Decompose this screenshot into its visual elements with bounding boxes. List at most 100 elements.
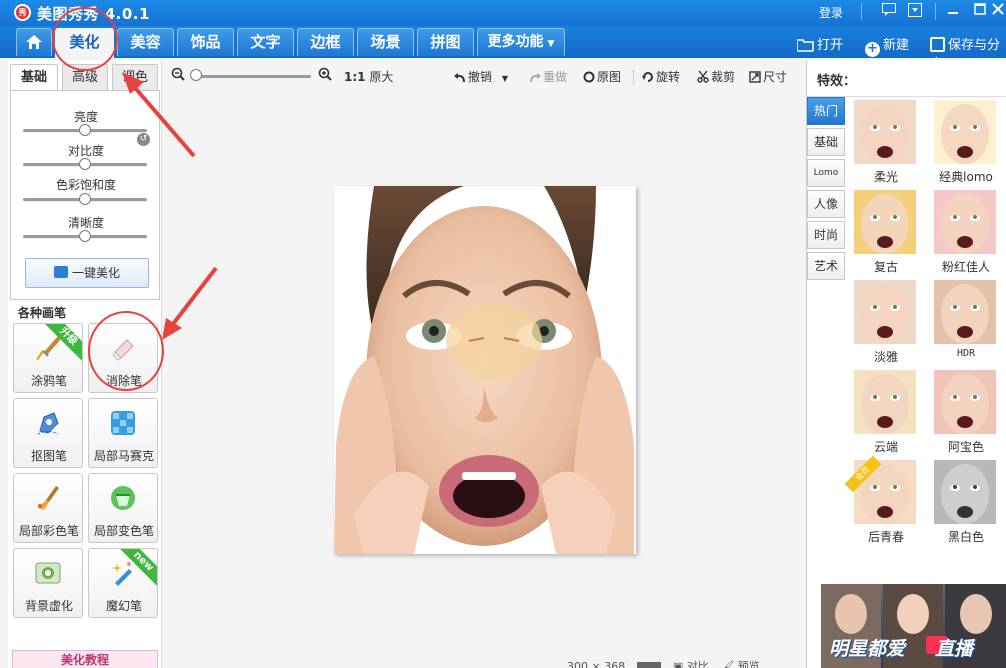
effect-label: 黑白色 bbox=[947, 530, 984, 544]
rotate-button[interactable]: 旋转 bbox=[642, 68, 680, 85]
chevron-down-icon: ▼ bbox=[547, 39, 555, 49]
open-button[interactable]: 打开 bbox=[797, 34, 843, 53]
new-button[interactable]: + 新建 bbox=[865, 34, 909, 57]
subtab-basic[interactable]: 基础 bbox=[10, 64, 58, 91]
effect-label: 淡雅 bbox=[873, 350, 898, 364]
tab-home[interactable] bbox=[16, 28, 52, 56]
tab-frame[interactable]: 边框 bbox=[297, 28, 354, 56]
effect-item[interactable]: 阿宝色 bbox=[931, 370, 1001, 454]
tab-text[interactable]: 文字 bbox=[237, 28, 294, 56]
brush-label: 魔幻笔 bbox=[105, 599, 142, 613]
magic-brush-button[interactable]: 魔幻笔 new bbox=[88, 548, 158, 618]
face-photo-image bbox=[334, 186, 636, 554]
effect-thumbnail bbox=[934, 280, 996, 344]
effect-label: 后青春 bbox=[867, 530, 904, 544]
original-size-label: 原大 bbox=[369, 70, 394, 84]
brush-label: 背景虚化 bbox=[24, 599, 73, 613]
undo-icon bbox=[454, 73, 465, 83]
annotation-circle-beautify bbox=[52, 7, 118, 71]
original-size-button[interactable]: 1:1 原大 bbox=[344, 68, 393, 85]
effect-item[interactable]: 经典lomo bbox=[931, 100, 1001, 184]
effect-thumbnail bbox=[854, 190, 916, 254]
brush-label: 抠图笔 bbox=[30, 449, 67, 463]
brush-label: 局部彩色笔 bbox=[18, 524, 79, 538]
category-basic[interactable]: 基础 bbox=[807, 128, 845, 156]
maximize-icon[interactable] bbox=[971, 3, 989, 21]
effect-thumbnail bbox=[934, 100, 996, 164]
effect-thumbnail bbox=[934, 370, 996, 434]
edited-photo[interactable] bbox=[334, 186, 636, 554]
app-logo: 秀 bbox=[14, 4, 31, 21]
effect-label: 粉红佳人 bbox=[941, 260, 990, 274]
one-key-beautify-button[interactable]: 一键美化 bbox=[25, 258, 149, 288]
effect-item[interactable]: 复古 bbox=[851, 190, 921, 274]
mosaic-brush-button[interactable]: 局部马赛克 bbox=[88, 398, 158, 468]
category-lomo[interactable]: Lomo bbox=[807, 159, 845, 187]
category-portrait[interactable]: 人像 bbox=[807, 190, 845, 218]
ad-text: 明星都爱 直播 bbox=[829, 634, 973, 661]
tab-beauty[interactable]: 美容 bbox=[117, 28, 174, 56]
chevron-down-icon[interactable]: ▼ bbox=[502, 74, 508, 83]
redo-button[interactable]: 重做 bbox=[529, 68, 567, 85]
ad-headline: 明星都爱 bbox=[829, 638, 906, 660]
tab-scene[interactable]: 场景 bbox=[357, 28, 414, 56]
message-icon[interactable] bbox=[880, 3, 898, 21]
crop-label: 裁剪 bbox=[711, 70, 736, 84]
category-fashion[interactable]: 时尚 bbox=[807, 221, 845, 249]
canvas-toolbar: 1:1 原大 撤销 ▼ 重做 原图 旋转 裁剪 尺寸 bbox=[163, 60, 803, 90]
effect-thumbnail bbox=[854, 100, 916, 164]
crop-button[interactable]: 裁剪 bbox=[697, 68, 735, 85]
title-bar: 秀 美图秀秀 4.0.1 登录 bbox=[0, 0, 1006, 26]
effect-item[interactable]: 云端 bbox=[851, 370, 921, 454]
effect-label: 经典lomo bbox=[939, 170, 993, 184]
tab-collage[interactable]: 拼图 bbox=[417, 28, 474, 56]
beautify-tutorial-button[interactable]: 美化教程 bbox=[12, 650, 158, 668]
brightness-slider-thumb[interactable] bbox=[79, 124, 91, 136]
magic-wand-icon bbox=[112, 562, 132, 586]
effect-item[interactable]: 粉红佳人 bbox=[931, 190, 1001, 274]
sharpness-label: 清晰度 bbox=[67, 216, 104, 230]
cutout-brush-button[interactable]: 抠图笔 bbox=[13, 398, 83, 468]
live-stream-ad-banner[interactable]: 明星都爱 直播 bbox=[821, 584, 1006, 668]
minimize-icon[interactable] bbox=[944, 3, 962, 21]
sharpness-slider-thumb[interactable] bbox=[79, 230, 91, 242]
effect-label: HDR bbox=[956, 348, 976, 359]
resize-button[interactable]: 尺寸 bbox=[749, 68, 787, 85]
brush-label: 局部马赛克 bbox=[93, 449, 154, 463]
contrast-slider-thumb[interactable] bbox=[79, 158, 91, 170]
status-bar: 300 × 368 ▣ 对比 🖌 预览 bbox=[567, 658, 760, 668]
partial-recolor-brush-button[interactable]: 局部变色笔 bbox=[88, 473, 158, 543]
effect-item[interactable]: 淡雅 bbox=[851, 280, 921, 364]
preview-button[interactable]: 🖌 预览 bbox=[720, 660, 759, 668]
effect-item[interactable]: 后青春 会员 bbox=[844, 455, 921, 544]
main-tab-bar: 美化 美容 饰品 文字 边框 场景 拼图 更多功能▼ 打开 +新建 保存与分享 bbox=[0, 26, 1006, 72]
category-art[interactable]: 艺术 bbox=[807, 252, 845, 280]
undo-button[interactable]: 撤销 ▼ bbox=[454, 68, 508, 85]
paintbrush-icon bbox=[36, 336, 61, 361]
original-image-button[interactable]: 原图 bbox=[583, 68, 621, 85]
saturation-slider-thumb[interactable] bbox=[79, 193, 91, 205]
close-icon[interactable] bbox=[991, 3, 1005, 21]
tab-more-features[interactable]: 更多功能 ▼ bbox=[477, 28, 565, 56]
effect-label: 阿宝色 bbox=[947, 440, 984, 454]
resize-icon bbox=[749, 71, 761, 83]
brushes-section-title: 各种画笔 bbox=[18, 306, 67, 320]
effect-item[interactable]: HDR bbox=[931, 280, 1001, 364]
compare-button[interactable]: ▣ 对比 bbox=[673, 660, 709, 668]
zoom-in-icon[interactable] bbox=[318, 67, 332, 84]
effects-title: 特效： bbox=[817, 74, 857, 89]
login-link[interactable]: 登录 bbox=[819, 4, 843, 21]
saturation-label: 色彩饱和度 bbox=[55, 178, 116, 192]
menu-icon[interactable] bbox=[906, 3, 924, 21]
category-hot[interactable]: 热门 bbox=[807, 97, 845, 125]
divider bbox=[861, 3, 862, 20]
effect-label: 云端 bbox=[873, 440, 898, 454]
background-blur-button[interactable]: 背景虚化 bbox=[13, 548, 83, 618]
zoom-slider[interactable] bbox=[191, 75, 311, 78]
graffiti-brush-button[interactable]: 涂鸦笔 升级 bbox=[13, 323, 83, 393]
effect-item[interactable]: 柔光 bbox=[851, 100, 921, 184]
save-icon bbox=[930, 37, 945, 52]
partial-color-brush-button[interactable]: 局部彩色笔 bbox=[13, 473, 83, 543]
tab-accessories[interactable]: 饰品 bbox=[177, 28, 234, 56]
effect-item[interactable]: 黑白色 bbox=[931, 460, 1001, 544]
